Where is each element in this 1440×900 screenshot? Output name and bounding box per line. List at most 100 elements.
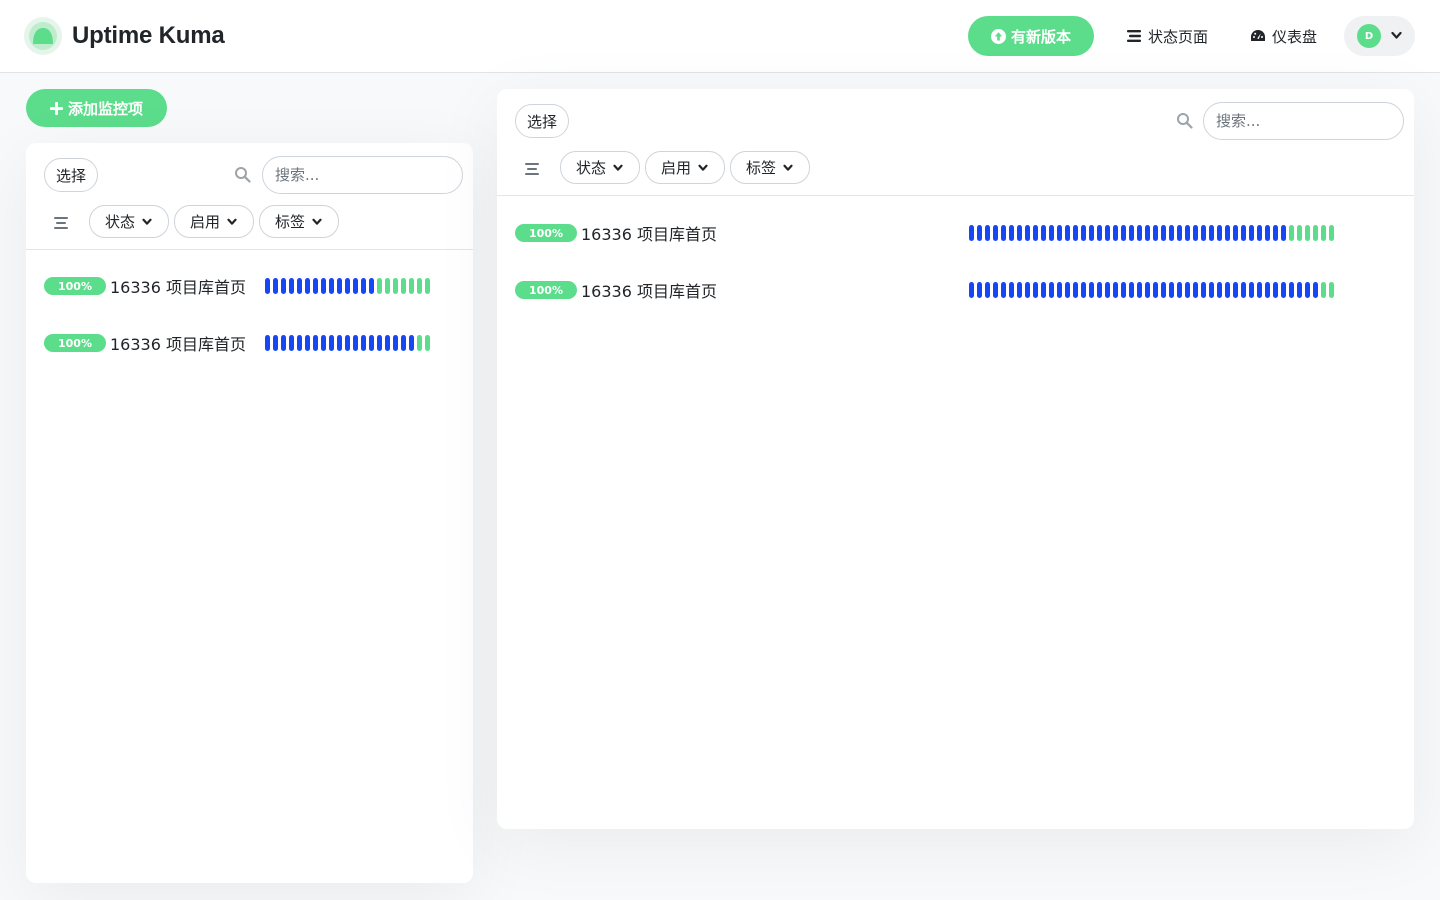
heartbeat-beat-blue[interactable] (353, 335, 358, 351)
heartbeat-beat-blue[interactable] (1057, 225, 1062, 241)
heartbeat-beat-blue[interactable] (1185, 282, 1190, 298)
heartbeat-beat-blue[interactable] (993, 282, 998, 298)
heartbeat-beat-blue[interactable] (361, 278, 366, 294)
monitor-list-item[interactable]: 100% 16336 项目库首页 (515, 218, 1405, 248)
select-button[interactable]: 选择 (515, 104, 569, 138)
heartbeat-beat-blue[interactable] (1129, 282, 1134, 298)
heartbeat-beat-blue[interactable] (985, 282, 990, 298)
heartbeat-beat-blue[interactable] (1241, 225, 1246, 241)
heartbeat-beat-blue[interactable] (1089, 282, 1094, 298)
heartbeat-beat-blue[interactable] (1161, 225, 1166, 241)
heartbeat-beat-blue[interactable] (1217, 225, 1222, 241)
heartbeat-beat-blue[interactable] (1201, 282, 1206, 298)
heartbeat-beat-up[interactable] (1297, 225, 1302, 241)
heartbeat-beat-blue[interactable] (337, 335, 342, 351)
filter-status-dropdown[interactable]: 状态 (560, 151, 640, 184)
filter-tags-dropdown[interactable]: 标签 (259, 205, 339, 238)
dashboard-link[interactable]: 仪表盘 (1250, 24, 1317, 48)
heartbeat-beat-blue[interactable] (1017, 225, 1022, 241)
heartbeat-beat-blue[interactable] (1105, 225, 1110, 241)
heartbeat-beat-blue[interactable] (1201, 225, 1206, 241)
heartbeat-beat-blue[interactable] (313, 278, 318, 294)
heartbeat-beat-blue[interactable] (1113, 282, 1118, 298)
heartbeat-beat-blue[interactable] (369, 335, 374, 351)
heartbeat-beat-up[interactable] (417, 335, 422, 351)
heartbeat-beat-blue[interactable] (1033, 225, 1038, 241)
heartbeat-beat-blue[interactable] (1049, 282, 1054, 298)
filter-lines-icon[interactable] (525, 163, 539, 175)
heartbeat-beat-blue[interactable] (305, 278, 310, 294)
heartbeat-beat-blue[interactable] (1209, 282, 1214, 298)
heartbeat-beat-blue[interactable] (1049, 225, 1054, 241)
heartbeat-beat-blue[interactable] (273, 278, 278, 294)
heartbeat-beat-blue[interactable] (1129, 225, 1134, 241)
heartbeat-beat-blue[interactable] (401, 335, 406, 351)
heartbeat-beat-blue[interactable] (1297, 282, 1302, 298)
heartbeat-beat-blue[interactable] (1017, 282, 1022, 298)
heartbeat-beat-blue[interactable] (265, 335, 270, 351)
heartbeat-beat-blue[interactable] (1057, 282, 1062, 298)
heartbeat-beat-blue[interactable] (305, 335, 310, 351)
search-input[interactable] (1203, 102, 1404, 140)
heartbeat-beat-blue[interactable] (1169, 282, 1174, 298)
monitor-list-item[interactable]: 100% 16336 项目库首页 (44, 328, 464, 358)
heartbeat-beat-blue[interactable] (1145, 225, 1150, 241)
heartbeat-beat-blue[interactable] (1289, 282, 1294, 298)
add-monitor-button[interactable]: 添加监控项 (26, 89, 167, 127)
heartbeat-beat-blue[interactable] (1313, 282, 1318, 298)
heartbeat-beat-blue[interactable] (321, 278, 326, 294)
filter-active-dropdown[interactable]: 启用 (645, 151, 725, 184)
heartbeat-beat-blue[interactable] (969, 225, 974, 241)
heartbeat-beat-blue[interactable] (289, 278, 294, 294)
heartbeat-beat-blue[interactable] (1081, 225, 1086, 241)
heartbeat-beat-up[interactable] (1329, 282, 1334, 298)
heartbeat-beat-blue[interactable] (993, 225, 998, 241)
heartbeat-beat-blue[interactable] (1097, 225, 1102, 241)
select-button[interactable]: 选择 (44, 158, 98, 192)
heartbeat-beat-blue[interactable] (353, 278, 358, 294)
heartbeat-beat-blue[interactable] (1265, 282, 1270, 298)
heartbeat-beat-blue[interactable] (297, 335, 302, 351)
heartbeat-beat-blue[interactable] (1225, 282, 1230, 298)
heartbeat-beat-blue[interactable] (1073, 225, 1078, 241)
heartbeat-beat-up[interactable] (1321, 225, 1326, 241)
monitor-list-item[interactable]: 100% 16336 项目库首页 (44, 271, 464, 301)
heartbeat-beat-blue[interactable] (1065, 225, 1070, 241)
heartbeat-beat-blue[interactable] (1001, 282, 1006, 298)
heartbeat-beat-blue[interactable] (1281, 282, 1286, 298)
heartbeat-beat-up[interactable] (409, 278, 414, 294)
heartbeat-beat-blue[interactable] (297, 278, 302, 294)
heartbeat-beat-blue[interactable] (329, 278, 334, 294)
heartbeat-beat-blue[interactable] (1257, 282, 1262, 298)
heartbeat-beat-up[interactable] (425, 335, 430, 351)
heartbeat-beat-blue[interactable] (273, 335, 278, 351)
heartbeat-beat-blue[interactable] (281, 335, 286, 351)
brand[interactable]: Uptime Kuma (24, 17, 225, 55)
heartbeat-beat-blue[interactable] (1145, 282, 1150, 298)
heartbeat-beat-blue[interactable] (345, 278, 350, 294)
heartbeat-beat-blue[interactable] (265, 278, 270, 294)
heartbeat-beat-blue[interactable] (1073, 282, 1078, 298)
heartbeat-beat-blue[interactable] (361, 335, 366, 351)
heartbeat-beat-blue[interactable] (329, 335, 334, 351)
search-input[interactable] (262, 156, 463, 194)
heartbeat-beat-blue[interactable] (1185, 225, 1190, 241)
heartbeat-beat-blue[interactable] (1233, 282, 1238, 298)
heartbeat-beat-blue[interactable] (1137, 282, 1142, 298)
heartbeat-beat-blue[interactable] (1137, 225, 1142, 241)
heartbeat-beat-up[interactable] (425, 278, 430, 294)
heartbeat-beat-blue[interactable] (321, 335, 326, 351)
heartbeat-beat-blue[interactable] (1281, 225, 1286, 241)
heartbeat-beat-blue[interactable] (1225, 225, 1230, 241)
heartbeat-beat-blue[interactable] (1025, 282, 1030, 298)
heartbeat-beat-blue[interactable] (1065, 282, 1070, 298)
heartbeat-beat-blue[interactable] (1113, 225, 1118, 241)
heartbeat-beat-blue[interactable] (977, 225, 982, 241)
heartbeat-beat-blue[interactable] (1033, 282, 1038, 298)
heartbeat-beat-blue[interactable] (281, 278, 286, 294)
filter-active-dropdown[interactable]: 启用 (174, 205, 254, 238)
filter-tags-dropdown[interactable]: 标签 (730, 151, 810, 184)
heartbeat-beat-blue[interactable] (1273, 225, 1278, 241)
heartbeat-beat-blue[interactable] (409, 335, 414, 351)
heartbeat-beat-blue[interactable] (1249, 225, 1254, 241)
